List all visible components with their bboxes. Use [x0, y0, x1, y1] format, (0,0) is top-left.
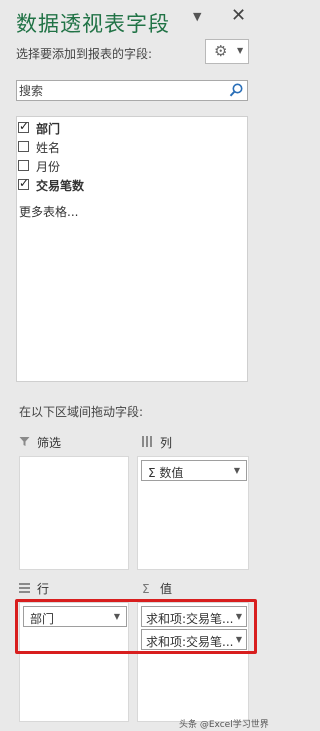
rows-area-header: 行 — [19, 580, 49, 600]
filter-drop-zone[interactable] — [19, 456, 129, 570]
column-field-pill-values[interactable]: Σ 数值 ▼ — [141, 460, 247, 481]
field-label: 姓名 — [36, 141, 61, 155]
field-label: 交易笔数 — [36, 179, 85, 193]
checkmark-icon: ✓ — [19, 119, 30, 133]
checkbox[interactable] — [18, 160, 29, 171]
field-label: 部门 — [36, 122, 61, 136]
checkmark-icon: ✓ — [19, 176, 30, 190]
chevron-down-icon: ▼ — [237, 46, 244, 55]
choose-fields-label: 选择要添加到报表的字段: — [16, 47, 153, 61]
checkbox[interactable]: ✓ — [18, 119, 30, 133]
chevron-down-icon[interactable]: ▼ — [234, 466, 240, 475]
area-label: 值 — [160, 582, 173, 596]
field-list[interactable]: ✓ 部门 姓名 月份 ✓ 交易笔数 更多表格... — [16, 116, 248, 382]
checkbox[interactable]: ✓ — [18, 176, 30, 190]
columns-icon — [142, 436, 156, 450]
values-area-header: Σ值 — [142, 580, 172, 600]
tools-button[interactable]: ⚙ ▼ — [205, 39, 249, 64]
panel-title: 数据透视表字段 — [16, 12, 170, 36]
sigma-icon: Σ — [142, 582, 150, 596]
area-label: 筛选 — [37, 436, 62, 450]
annotation-highlight-box — [15, 599, 257, 654]
more-tables-link[interactable]: 更多表格... — [19, 203, 78, 220]
field-label: 月份 — [36, 160, 61, 174]
checkbox[interactable] — [18, 141, 29, 152]
watermark: 头条 @Excel学习世界 — [179, 720, 269, 730]
filter-icon — [19, 436, 33, 450]
rows-icon — [19, 582, 33, 596]
sigma-icon: Σ — [148, 466, 156, 480]
columns-area-header: 列 — [142, 434, 172, 454]
search-input[interactable] — [19, 82, 219, 99]
pill-label: 数值 — [159, 466, 184, 480]
gear-icon: ⚙ — [214, 42, 228, 60]
area-label: 列 — [160, 436, 173, 450]
drag-fields-label: 在以下区域间拖动字段: — [19, 405, 144, 419]
caret-down-icon[interactable]: ▼ — [193, 10, 201, 23]
search-box[interactable] — [16, 80, 248, 101]
filter-area-header: 筛选 — [19, 434, 61, 454]
search-icon[interactable] — [228, 82, 244, 98]
columns-drop-zone[interactable]: Σ 数值 ▼ — [137, 456, 249, 570]
area-label: 行 — [37, 582, 50, 596]
close-icon[interactable]: ✕ — [231, 5, 246, 26]
